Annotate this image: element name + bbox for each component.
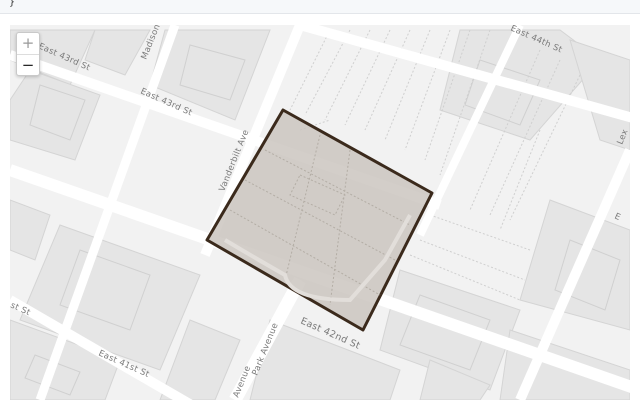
- code-output-strip: }: [0, 0, 640, 14]
- map-canvas[interactable]: East 43rd St Madison East 43rd St East 4…: [10, 25, 630, 400]
- zoom-out-button[interactable]: −: [17, 54, 39, 76]
- zoom-control: + −: [16, 32, 40, 76]
- code-fragment: }: [9, 0, 16, 8]
- zoom-in-button[interactable]: +: [17, 33, 39, 54]
- map-view[interactable]: East 43rd St Madison East 43rd St East 4…: [10, 25, 630, 400]
